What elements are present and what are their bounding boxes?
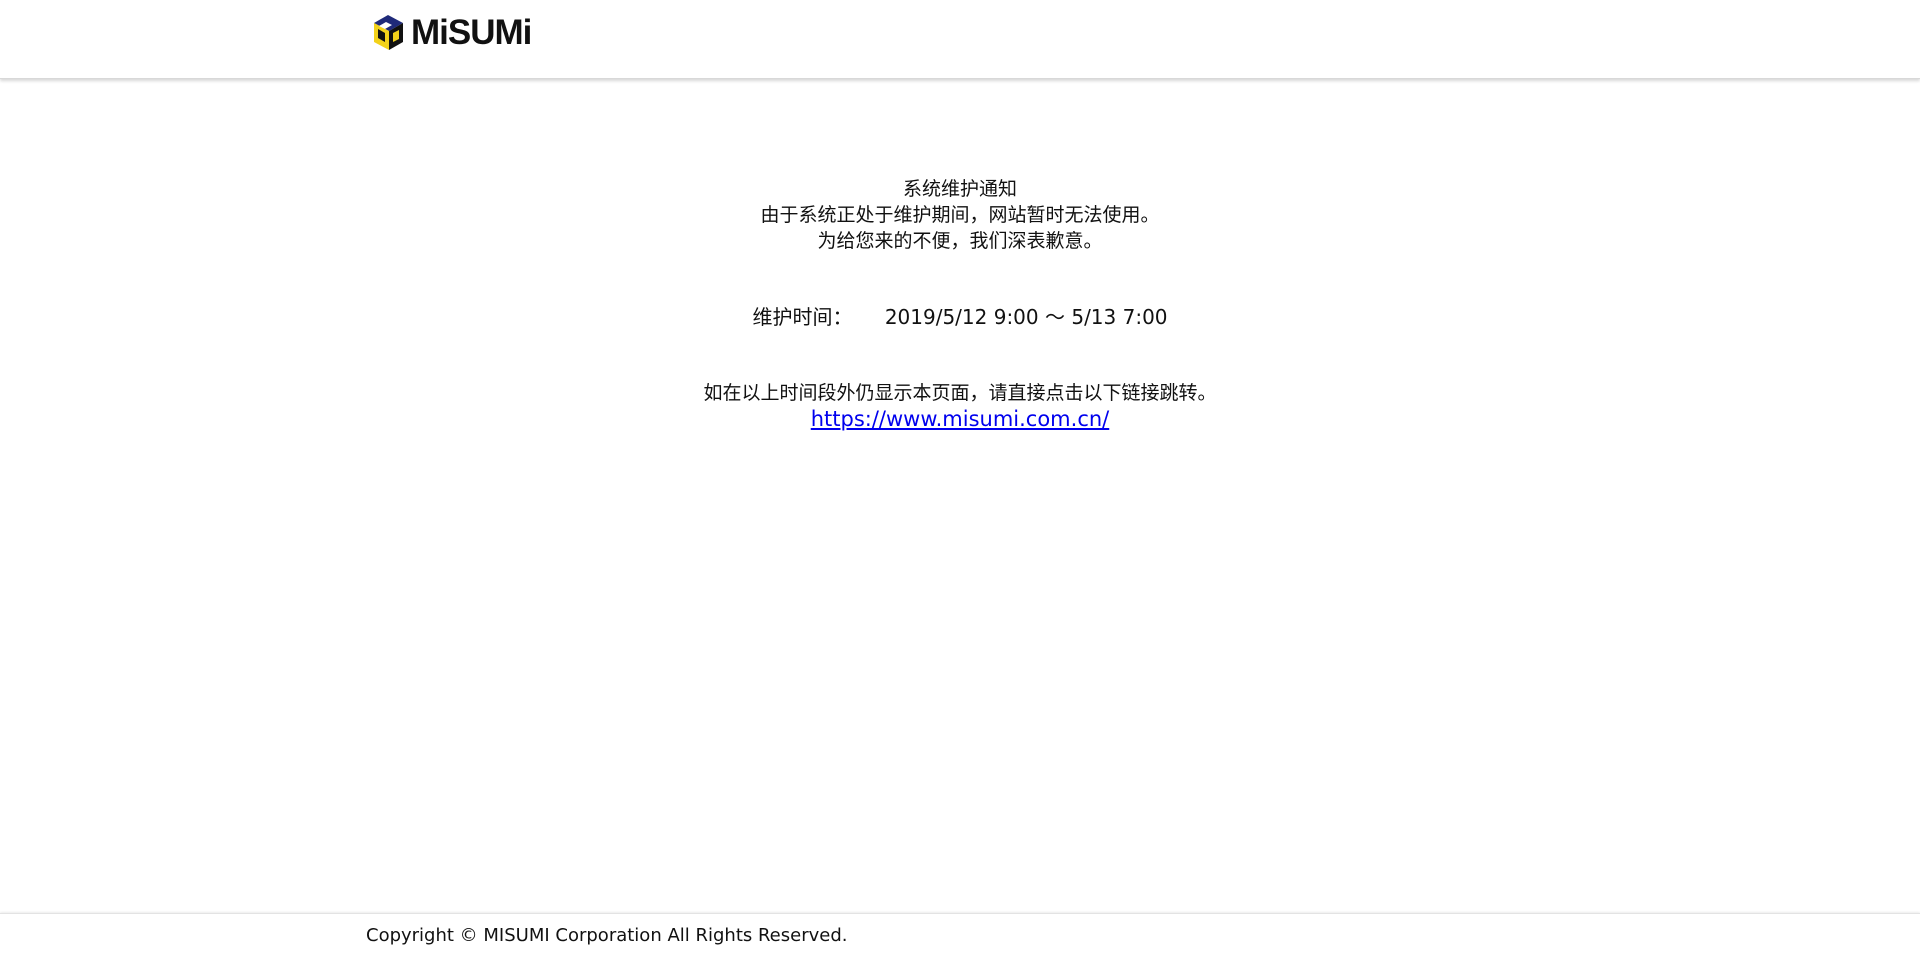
misumi-cube-logo-icon xyxy=(374,15,403,50)
logo-text: MiSUMi xyxy=(411,13,532,52)
notice-spacing-2 xyxy=(0,330,1920,380)
notice-message-line-1: 由于系统正处于维护期间，网站暂时无法使用。 xyxy=(760,204,1160,226)
notice-spacing xyxy=(0,254,1920,304)
notice-title: 系统维护通知 xyxy=(902,178,1017,200)
maintenance-time-row: 维护时间： 2019/5/12 9:00 ～ 5/13 7:00 xyxy=(0,304,1920,330)
page-header: MiSUMi xyxy=(0,0,1920,79)
redirect-instruction: 如在以上时间段外仍显示本页面，请直接点击以下链接跳转。 xyxy=(703,382,1217,404)
notice-message-line-2: 为给您来的不便，我们深表歉意。 xyxy=(817,230,1103,252)
page-footer: Copyright © MISUMI Corporation All Right… xyxy=(0,913,1920,961)
misumi-logo[interactable]: MiSUMi xyxy=(372,13,532,53)
maintenance-time-value: 2019/5/12 9:00 ～ 5/13 7:00 xyxy=(884,305,1168,329)
misumi-home-link[interactable]: https://www.misumi.com.cn/ xyxy=(811,407,1110,431)
maintenance-notice: 系统维护通知 由于系统正处于维护期间，网站暂时无法使用。 为给您来的不便，我们深… xyxy=(0,176,1920,433)
maintenance-time-label: 维护时间： xyxy=(752,305,853,329)
copyright-text: Copyright © MISUMI Corporation All Right… xyxy=(366,925,848,946)
